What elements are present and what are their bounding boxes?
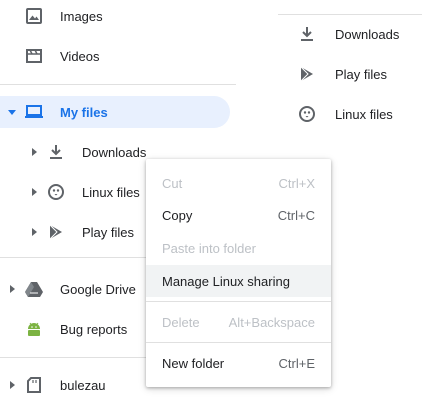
nav-item-play-files[interactable]: Play files	[0, 216, 145, 248]
menu-separator	[146, 301, 331, 302]
download-icon	[298, 25, 316, 43]
penguin-icon	[47, 183, 65, 201]
context-menu: Cut Ctrl+X Copy Ctrl+C Paste into folder…	[146, 159, 331, 387]
menu-item-shortcut: Ctrl+C	[277, 207, 315, 223]
nav-item-label: Images	[60, 8, 103, 24]
chevron-right-icon[interactable]	[7, 380, 17, 390]
file-list: Downloads Play files Linux files	[278, 0, 422, 140]
laptop-icon	[25, 103, 43, 121]
menu-item-shortcut: Ctrl+E	[278, 355, 315, 371]
file-name: Linux files	[335, 106, 393, 122]
nav-item-label: Google Drive	[60, 281, 136, 297]
menu-item-delete[interactable]: Delete Alt+Backspace	[146, 306, 331, 338]
nav-item-label: Downloads	[82, 144, 147, 160]
menu-item-label: Cut	[162, 175, 183, 191]
chevron-right-icon[interactable]	[29, 147, 39, 157]
nav-item-label: My files	[60, 104, 108, 120]
file-row-linux-files[interactable]: Linux files	[278, 98, 422, 130]
menu-item-manage-linux-sharing[interactable]: Manage Linux sharing	[146, 265, 331, 297]
menu-item-label: New folder	[162, 355, 225, 371]
menu-item-shortcut: Alt+Backspace	[228, 314, 315, 330]
file-name: Play files	[335, 66, 388, 82]
nav-item-images[interactable]: Images	[0, 0, 230, 32]
nav-item-my-files[interactable]: My files	[0, 96, 230, 128]
nav-item-label: Play files	[82, 224, 135, 240]
nav-item-videos[interactable]: Videos	[0, 40, 230, 72]
video-icon	[25, 47, 43, 65]
image-icon	[25, 7, 43, 25]
nav-divider	[0, 84, 236, 85]
file-list-divider	[278, 14, 422, 15]
play-store-icon	[298, 65, 316, 83]
sd-card-icon	[25, 376, 43, 394]
chevron-down-icon[interactable]	[7, 107, 17, 117]
menu-item-label: Copy	[162, 207, 193, 223]
chevron-right-icon[interactable]	[29, 187, 39, 197]
menu-item-paste-into-folder[interactable]: Paste into folder	[146, 232, 331, 264]
play-store-icon	[47, 223, 65, 241]
nav-item-label: Linux files	[82, 184, 140, 200]
menu-item-shortcut: Ctrl+X	[278, 175, 315, 191]
nav-item-bug-reports[interactable]: Bug reports	[0, 313, 145, 345]
nav-item-label: Bug reports	[60, 321, 128, 337]
menu-item-label: Delete	[162, 314, 200, 330]
menu-item-cut[interactable]: Cut Ctrl+X	[146, 167, 331, 199]
menu-separator	[146, 342, 331, 343]
google-drive-icon	[25, 280, 43, 298]
menu-item-label: Paste into folder	[162, 240, 256, 256]
nav-item-label: bulezau	[60, 377, 106, 393]
nav-divider	[0, 257, 146, 258]
file-name: Downloads	[335, 26, 400, 42]
nav-item-bulezau[interactable]: bulezau	[0, 369, 145, 401]
android-icon	[25, 320, 43, 338]
nav-item-google-drive[interactable]: Google Drive	[0, 273, 145, 305]
nav-item-label: Videos	[60, 48, 100, 64]
download-icon	[47, 143, 65, 161]
penguin-icon	[298, 105, 316, 123]
nav-item-downloads[interactable]: Downloads	[0, 136, 147, 168]
menu-item-copy[interactable]: Copy Ctrl+C	[146, 199, 331, 231]
chevron-right-icon[interactable]	[29, 227, 39, 237]
menu-item-label: Manage Linux sharing	[162, 273, 290, 289]
chevron-right-icon[interactable]	[7, 284, 17, 294]
file-row-downloads[interactable]: Downloads	[278, 18, 422, 50]
nav-divider	[0, 357, 146, 358]
nav-item-linux-files[interactable]: Linux files	[0, 176, 145, 208]
menu-item-new-folder[interactable]: New folder Ctrl+E	[146, 347, 331, 379]
file-row-play-files[interactable]: Play files	[278, 58, 422, 90]
